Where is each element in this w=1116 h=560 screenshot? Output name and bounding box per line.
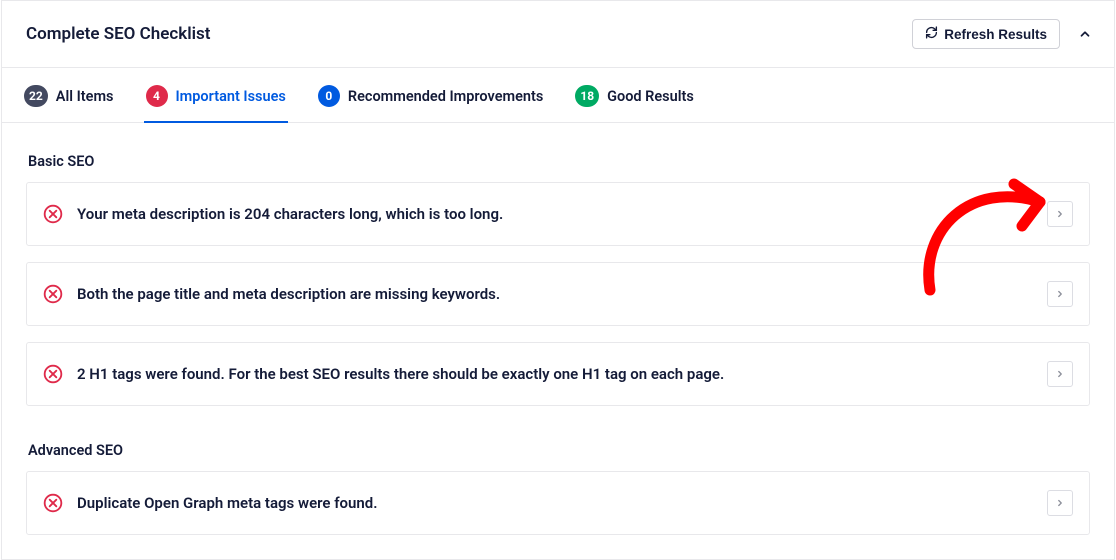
tab-label: Important Issues xyxy=(176,88,286,105)
tabs: 22 All Items 4 Important Issues 0 Recomm… xyxy=(2,68,1114,123)
count-badge: 22 xyxy=(24,85,48,107)
chevron-right-icon xyxy=(1055,498,1065,508)
chevron-right-icon xyxy=(1055,369,1065,379)
chevron-right-icon xyxy=(1055,209,1065,219)
issue-row[interactable]: Duplicate Open Graph meta tags were foun… xyxy=(26,471,1090,535)
error-icon xyxy=(43,364,63,384)
issue-text: Both the page title and meta description… xyxy=(77,285,1033,303)
expand-button[interactable] xyxy=(1047,490,1073,516)
issue-text: Your meta description is 204 characters … xyxy=(77,205,1033,223)
issue-text: Duplicate Open Graph meta tags were foun… xyxy=(77,494,1033,512)
seo-checklist-panel: Complete SEO Checklist Refresh Results 2… xyxy=(1,0,1115,560)
expand-button[interactable] xyxy=(1047,281,1073,307)
count-badge: 4 xyxy=(146,85,168,107)
issue-row[interactable]: 2 H1 tags were found. For the best SEO r… xyxy=(26,342,1090,406)
expand-button[interactable] xyxy=(1047,361,1073,387)
error-icon xyxy=(43,284,63,304)
section-title-basic: Basic SEO xyxy=(28,153,1088,170)
tab-recommended[interactable]: 0 Recommended Improvements xyxy=(316,69,545,123)
count-badge: 0 xyxy=(318,85,340,107)
tab-label: Good Results xyxy=(607,88,694,105)
panel-body: Basic SEO Your meta description is 204 c… xyxy=(2,123,1114,559)
panel-header: Complete SEO Checklist Refresh Results xyxy=(2,1,1114,68)
tab-all-items[interactable]: 22 All Items xyxy=(22,69,116,123)
issue-row[interactable]: Both the page title and meta description… xyxy=(26,262,1090,326)
section-title-advanced: Advanced SEO xyxy=(28,442,1088,459)
tab-label: All Items xyxy=(56,88,114,105)
tab-label: Recommended Improvements xyxy=(348,88,543,105)
tab-good-results[interactable]: 18 Good Results xyxy=(573,69,696,123)
error-icon xyxy=(43,204,63,224)
tab-important-issues[interactable]: 4 Important Issues xyxy=(144,69,288,123)
refresh-icon xyxy=(925,26,938,42)
count-badge: 18 xyxy=(575,85,599,107)
issue-text: 2 H1 tags were found. For the best SEO r… xyxy=(77,365,1033,383)
chevron-up-icon xyxy=(1078,27,1092,41)
header-actions: Refresh Results xyxy=(912,19,1094,49)
refresh-button[interactable]: Refresh Results xyxy=(912,19,1060,49)
expand-button[interactable] xyxy=(1047,201,1073,227)
refresh-label: Refresh Results xyxy=(944,27,1047,42)
issue-row[interactable]: Your meta description is 204 characters … xyxy=(26,182,1090,246)
collapse-button[interactable] xyxy=(1076,25,1094,43)
panel-title: Complete SEO Checklist xyxy=(26,24,211,44)
error-icon xyxy=(43,493,63,513)
chevron-right-icon xyxy=(1055,289,1065,299)
